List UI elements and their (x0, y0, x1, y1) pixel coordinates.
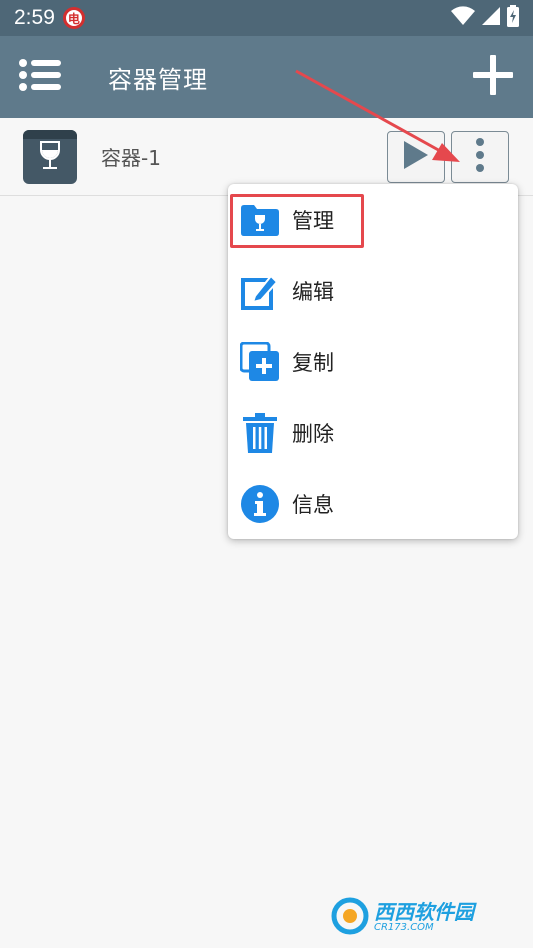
app-bar: 容器管理 (0, 36, 533, 118)
watermark: 西西软件园 CR173.COM (330, 895, 520, 941)
menu-item-edit[interactable]: 编辑 (228, 255, 518, 326)
menu-button[interactable] (0, 36, 80, 118)
watermark-text: 西西软件园 (374, 900, 474, 925)
watermark-sub: CR173.COM (374, 922, 434, 934)
edit-icon (240, 271, 280, 311)
status-time: 2:59 (14, 6, 55, 29)
folder-wine-icon (240, 200, 280, 240)
watermark-logo-icon (330, 896, 370, 940)
menu-item-label: 管理 (292, 208, 334, 233)
copy-icon (240, 341, 280, 382)
wine-glass-icon (38, 138, 62, 176)
context-menu: 管理 编辑 复制 删除 信息 (228, 184, 518, 539)
menu-item-label: 信息 (292, 492, 334, 517)
status-bar: 2:59 电 (0, 0, 533, 36)
menu-item-delete[interactable]: 删除 (228, 397, 518, 468)
info-icon (240, 484, 280, 524)
menu-item-copy[interactable]: 复制 (228, 326, 518, 397)
menu-item-info[interactable]: 信息 (228, 468, 518, 539)
container-avatar (23, 129, 77, 184)
notification-app-icon: 电 (62, 7, 85, 29)
menu-item-manage[interactable]: 管理 (228, 184, 518, 255)
trash-icon (240, 412, 280, 453)
wifi-icon (451, 6, 475, 30)
page-title: 容器管理 (108, 65, 208, 94)
more-options-button[interactable] (451, 130, 509, 183)
container-name: 容器-1 (101, 146, 161, 170)
signal-icon (481, 6, 501, 30)
menu-item-label: 删除 (292, 421, 334, 446)
status-icons (451, 5, 519, 31)
play-icon (402, 139, 430, 175)
menu-item-label: 编辑 (292, 279, 334, 304)
add-container-button[interactable] (453, 36, 533, 118)
row-actions (387, 130, 509, 183)
plus-icon (473, 55, 513, 99)
battery-icon (507, 5, 519, 31)
more-vertical-icon (475, 137, 485, 176)
menu-item-label: 复制 (292, 350, 334, 375)
start-container-button[interactable] (387, 130, 445, 183)
list-menu-icon (19, 58, 61, 96)
